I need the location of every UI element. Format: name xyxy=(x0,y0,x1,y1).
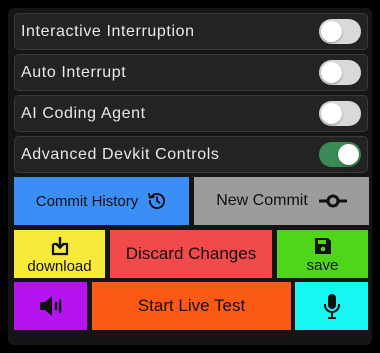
toggle-knob xyxy=(321,103,342,124)
start-live-test-label: Start Live Test xyxy=(137,296,246,315)
speaker-icon xyxy=(39,295,63,317)
setting-row-auto-interrupt: Auto Interrupt xyxy=(14,54,368,91)
toggle-knob xyxy=(321,62,342,83)
setting-label: Interactive Interruption xyxy=(21,22,195,40)
setting-row-interactive-interruption: Interactive Interruption xyxy=(14,13,368,50)
microphone-icon xyxy=(323,293,341,319)
auto-interrupt-toggle[interactable] xyxy=(319,60,361,85)
advanced-devkit-controls-toggle[interactable] xyxy=(319,142,361,167)
save-icon xyxy=(314,237,332,255)
new-commit-label: New Commit xyxy=(216,192,308,209)
setting-row-advanced-devkit-controls: Advanced Devkit Controls xyxy=(14,136,368,173)
history-icon xyxy=(147,191,167,211)
discard-changes-button[interactable]: Discard Changes xyxy=(110,230,272,278)
setting-label: AI Coding Agent xyxy=(21,104,146,122)
commit-icon xyxy=(318,193,347,209)
setting-label: Auto Interrupt xyxy=(21,63,127,81)
download-label: download xyxy=(27,257,92,275)
new-commit-button[interactable]: New Commit xyxy=(194,177,369,225)
commit-history-label: Commit History xyxy=(35,192,139,210)
save-label: save xyxy=(306,256,339,274)
interactive-interruption-toggle[interactable] xyxy=(319,19,361,44)
download-button[interactable]: download xyxy=(14,230,105,278)
save-button[interactable]: save xyxy=(277,230,368,278)
toggle-knob xyxy=(338,144,359,165)
ai-coding-agent-toggle[interactable] xyxy=(319,101,361,126)
setting-row-ai-coding-agent: AI Coding Agent xyxy=(14,95,368,132)
toggle-knob xyxy=(321,21,342,42)
speaker-button[interactable] xyxy=(14,282,87,330)
discard-changes-label: Discard Changes xyxy=(125,244,257,263)
microphone-button[interactable] xyxy=(295,282,368,330)
setting-label: Advanced Devkit Controls xyxy=(21,145,220,163)
commit-history-button[interactable]: Commit History xyxy=(14,177,189,225)
download-icon xyxy=(50,236,70,256)
start-live-test-button[interactable]: Start Live Test xyxy=(92,282,291,330)
